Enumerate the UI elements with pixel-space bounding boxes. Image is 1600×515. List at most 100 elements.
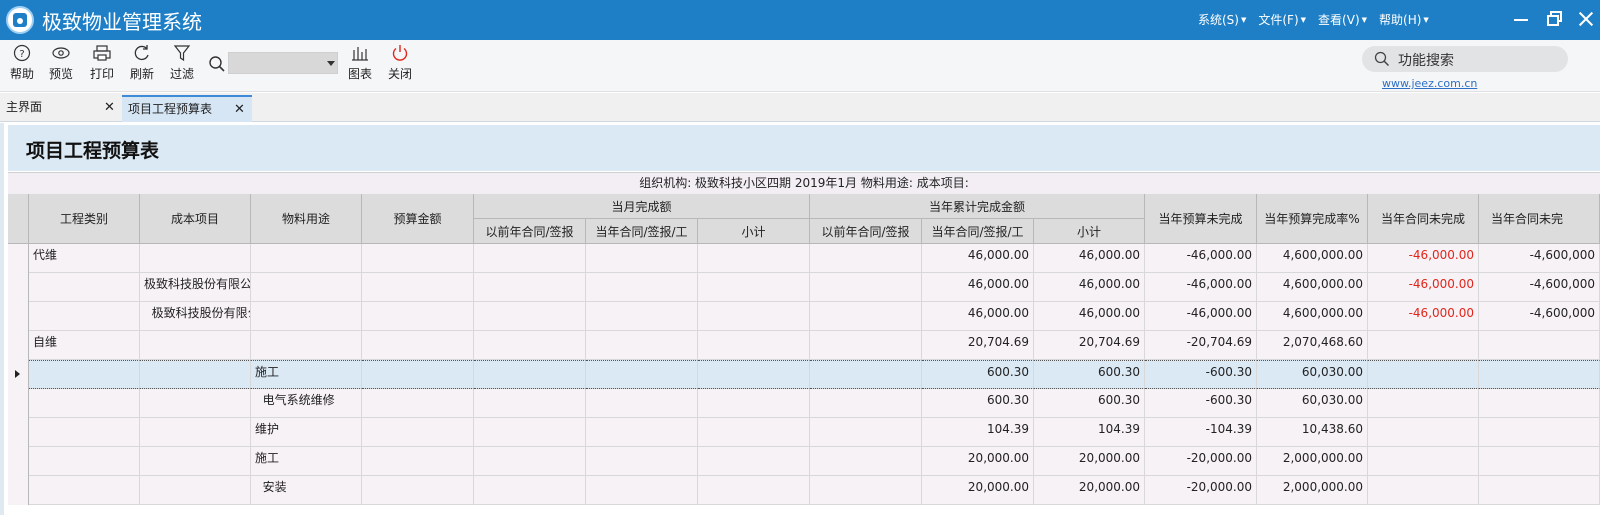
cell-year-subtotal[interactable]: 20,000.00 — [1034, 447, 1145, 476]
cell-month-subtotal[interactable] — [698, 331, 810, 360]
cell-year-current[interactable]: 20,704.69 — [922, 331, 1034, 360]
cell-year-current[interactable]: 600.30 — [922, 360, 1034, 389]
cell-month-current[interactable] — [586, 418, 698, 447]
cell-cost-item[interactable] — [140, 447, 251, 476]
table-row[interactable]: 施工 20,000.00 20,000.00 -20,000.00 2,000,000.… — [8, 447, 1600, 476]
cell-material-use[interactable]: 电气系统维修 — [251, 389, 362, 418]
cell-month-prior[interactable] — [474, 244, 586, 273]
cell-month-prior[interactable] — [474, 418, 586, 447]
cell-project-type[interactable] — [29, 418, 140, 447]
close-icon[interactable]: ✕ — [234, 97, 245, 122]
cell-month-subtotal[interactable] — [698, 360, 810, 389]
cell-budget-amount[interactable] — [362, 360, 474, 389]
menu-system[interactable]: 系统(S) ▼ — [1198, 11, 1246, 28]
col-contract-unfinished-2[interactable]: 当年合同未完 — [1479, 194, 1600, 244]
col-cost-item[interactable]: 成本项目 — [140, 194, 251, 244]
cell-year-prior[interactable] — [810, 418, 922, 447]
cell-year-prior[interactable] — [810, 302, 922, 331]
help-button[interactable]: ? 帮助 — [8, 44, 36, 88]
cell-year-unfinished[interactable]: -46,000.00 — [1145, 273, 1257, 302]
cell-contract-unfinished[interactable]: -46,000.00 — [1368, 273, 1479, 302]
row-header[interactable] — [8, 273, 29, 302]
cell-contract-unfinished-2[interactable] — [1479, 418, 1600, 447]
col-year-current[interactable]: 当年合同/签报/工 — [922, 219, 1034, 244]
cell-year-subtotal[interactable]: 600.30 — [1034, 360, 1145, 389]
cell-year-rate[interactable]: 2,070,468.60 — [1257, 331, 1368, 360]
col-material-use[interactable]: 物料用途 — [251, 194, 362, 244]
row-header[interactable] — [8, 331, 29, 360]
col-year-prior[interactable]: 以前年合同/签报 — [810, 219, 922, 244]
cell-contract-unfinished[interactable] — [1368, 476, 1479, 505]
cell-cost-item[interactable] — [140, 331, 251, 360]
cell-month-subtotal[interactable] — [698, 447, 810, 476]
cell-month-subtotal[interactable] — [698, 476, 810, 505]
cell-contract-unfinished[interactable] — [1368, 418, 1479, 447]
cell-contract-unfinished-2[interactable]: -4,600,000 — [1479, 302, 1600, 331]
cell-cost-item[interactable] — [140, 389, 251, 418]
table-row[interactable]: 施工 600.30 600.30 -600.30 60,030.00 — [8, 360, 1600, 389]
cell-budget-amount[interactable] — [362, 244, 474, 273]
col-budget-amount[interactable]: 预算金额 — [362, 194, 474, 244]
cell-year-prior[interactable] — [810, 389, 922, 418]
cell-project-type[interactable] — [29, 360, 140, 389]
preview-button[interactable]: 预览 — [47, 44, 75, 88]
cell-year-unfinished[interactable]: -20,000.00 — [1145, 447, 1257, 476]
tab-project-budget[interactable]: 项目工程预算表 ✕ — [122, 95, 252, 122]
cell-year-unfinished[interactable]: -104.39 — [1145, 418, 1257, 447]
menu-help[interactable]: 帮助(H) ▼ — [1379, 11, 1429, 28]
cell-cost-item[interactable] — [140, 418, 251, 447]
cell-cost-item[interactable] — [140, 360, 251, 389]
cell-year-subtotal[interactable]: 104.39 — [1034, 418, 1145, 447]
cell-year-current[interactable]: 46,000.00 — [922, 273, 1034, 302]
close-window-button[interactable] — [1574, 8, 1596, 30]
cell-budget-amount[interactable] — [362, 331, 474, 360]
minimize-button[interactable] — [1510, 8, 1532, 30]
cell-year-current[interactable]: 104.39 — [922, 418, 1034, 447]
cell-contract-unfinished[interactable]: -46,000.00 — [1368, 244, 1479, 273]
menu-file[interactable]: 文件(F) ▼ — [1258, 11, 1306, 28]
cell-contract-unfinished[interactable] — [1368, 331, 1479, 360]
cell-project-type[interactable]: 代维 — [29, 244, 140, 273]
cell-budget-amount[interactable] — [362, 389, 474, 418]
cell-year-rate[interactable]: 10,438.60 — [1257, 418, 1368, 447]
cell-month-prior[interactable] — [474, 447, 586, 476]
table-row[interactable]: 安装 20,000.00 20,000.00 -20,000.00 2,000,000.… — [8, 476, 1600, 505]
table-row[interactable]: 极致科技股份有限公司46,000.0046,000.00-46,000.004,… — [8, 302, 1600, 331]
cell-month-prior[interactable] — [474, 476, 586, 505]
cell-year-current[interactable]: 46,000.00 — [922, 302, 1034, 331]
refresh-button[interactable]: 刷新 — [128, 44, 156, 88]
cell-year-rate[interactable]: 60,030.00 — [1257, 360, 1368, 389]
cell-contract-unfinished[interactable] — [1368, 360, 1479, 389]
cell-material-use[interactable] — [251, 331, 362, 360]
row-header[interactable] — [8, 302, 29, 331]
cell-month-prior[interactable] — [474, 331, 586, 360]
menu-view[interactable]: 查看(V) ▼ — [1318, 11, 1367, 28]
cell-budget-amount[interactable] — [362, 302, 474, 331]
close-icon[interactable]: ✕ — [104, 95, 115, 120]
col-year-unfinished[interactable]: 当年预算未完成 — [1145, 194, 1257, 244]
col-year-rate[interactable]: 当年预算完成率% — [1257, 194, 1368, 244]
cell-year-rate[interactable]: 60,030.00 — [1257, 389, 1368, 418]
cell-month-current[interactable] — [586, 273, 698, 302]
cell-month-subtotal[interactable] — [698, 389, 810, 418]
search-combo[interactable] — [228, 52, 338, 74]
cell-project-type[interactable] — [29, 476, 140, 505]
cell-year-rate[interactable]: 4,600,000.00 — [1257, 302, 1368, 331]
cell-year-subtotal[interactable]: 600.30 — [1034, 389, 1145, 418]
cell-year-current[interactable]: 20,000.00 — [922, 476, 1034, 505]
cell-year-rate[interactable]: 2,000,000.00 — [1257, 476, 1368, 505]
cell-contract-unfinished[interactable]: -46,000.00 — [1368, 302, 1479, 331]
cell-cost-item[interactable]: 极致科技股份有限公司 — [140, 273, 251, 302]
cell-month-subtotal[interactable] — [698, 273, 810, 302]
row-header[interactable] — [8, 389, 29, 418]
cell-month-prior[interactable] — [474, 360, 586, 389]
dropdown-arrow-icon[interactable] — [327, 61, 335, 66]
cell-cost-item[interactable] — [140, 244, 251, 273]
table-row[interactable]: 极致科技股份有限公司46,000.0046,000.00-46,000.004,… — [8, 273, 1600, 302]
cell-year-current[interactable]: 20,000.00 — [922, 447, 1034, 476]
cell-material-use[interactable]: 施工 — [251, 447, 362, 476]
cell-year-unfinished[interactable]: -20,000.00 — [1145, 476, 1257, 505]
cell-year-current[interactable]: 600.30 — [922, 389, 1034, 418]
cell-month-subtotal[interactable] — [698, 302, 810, 331]
cell-material-use[interactable]: 施工 — [251, 360, 362, 389]
